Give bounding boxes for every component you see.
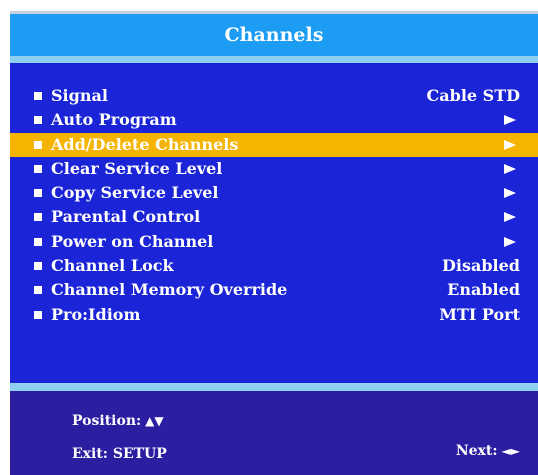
menu-item-signal[interactable]: Signal Cable STD: [10, 84, 538, 108]
separator-top: [10, 56, 538, 63]
right-arrow-icon: [504, 139, 516, 150]
menu-item-label: Clear Service Level: [51, 158, 223, 178]
footer-panel: Position: ▲▼ Exit: SETUP Next: ◄►: [10, 391, 538, 475]
square-bullet-icon: [34, 286, 42, 295]
right-arrow-icon: [504, 236, 516, 247]
right-arrow-icon: [504, 163, 516, 174]
menu-item-pro-idiom[interactable]: Pro:Idiom MTI Port: [10, 303, 538, 327]
right-arrow-icon: [504, 188, 516, 199]
menu-item-label: Copy Service Level: [51, 183, 219, 203]
square-bullet-icon: [34, 140, 42, 149]
menu-title: Channels: [224, 24, 324, 46]
menu-item-label: Channel Memory Override: [51, 280, 288, 300]
menu-item-channel-memory-override[interactable]: Channel Memory Override Enabled: [10, 278, 538, 302]
right-arrow-icon: [504, 115, 516, 126]
square-bullet-icon: [34, 237, 42, 246]
menu-item-channel-lock[interactable]: Channel Lock Disabled: [10, 254, 538, 278]
channels-menu: Signal Cable STD Auto Program Add/Delete…: [10, 84, 538, 327]
menu-item-copy-service-level[interactable]: Copy Service Level: [10, 181, 538, 205]
menu-item-clear-service-level[interactable]: Clear Service Level: [10, 157, 538, 181]
menu-item-label: Pro:Idiom: [51, 304, 141, 324]
exit-hint: Exit: SETUP: [72, 446, 167, 462]
separator-bottom: [10, 383, 538, 391]
square-bullet-icon: [34, 164, 42, 173]
position-hint: Position: ▲▼: [72, 413, 164, 429]
menu-panel: Signal Cable STD Auto Program Add/Delete…: [10, 63, 538, 383]
menu-item-power-on-channel[interactable]: Power on Channel: [10, 230, 538, 254]
square-bullet-icon: [34, 262, 42, 271]
menu-item-label: Add/Delete Channels: [51, 134, 239, 154]
square-bullet-icon: [34, 213, 42, 222]
menu-item-value: MTI Port: [439, 304, 520, 324]
title-bar: Channels: [10, 14, 538, 56]
menu-item-add-delete-channels[interactable]: Add/Delete Channels: [10, 132, 538, 157]
menu-item-label: Parental Control: [51, 207, 201, 227]
right-arrow-icon: [504, 212, 516, 223]
osd-menu-window: Channels Signal Cable STD Auto Program A…: [10, 14, 538, 475]
square-bullet-icon: [34, 92, 42, 100]
menu-item-value: Enabled: [447, 280, 520, 300]
square-bullet-icon: [34, 310, 42, 319]
menu-item-value: Disabled: [442, 256, 520, 276]
next-hint: Next: ◄►: [456, 443, 520, 459]
menu-item-label: Channel Lock: [51, 256, 174, 276]
square-bullet-icon: [34, 116, 42, 125]
position-label: Position:: [72, 413, 142, 429]
menu-item-parental-control[interactable]: Parental Control: [10, 205, 538, 229]
exit-label: Exit: SETUP: [72, 446, 167, 462]
next-label: Next:: [455, 443, 498, 459]
square-bullet-icon: [34, 189, 42, 198]
menu-item-value: Cable STD: [426, 86, 520, 105]
menu-item-label: Power on Channel: [51, 231, 214, 251]
left-right-arrows-icon: ◄►: [501, 444, 520, 458]
up-down-arrows-icon: ▲▼: [145, 414, 164, 428]
menu-item-label: Auto Program: [51, 110, 177, 130]
menu-item-auto-program[interactable]: Auto Program: [10, 108, 538, 132]
menu-item-label: Signal: [51, 86, 108, 105]
